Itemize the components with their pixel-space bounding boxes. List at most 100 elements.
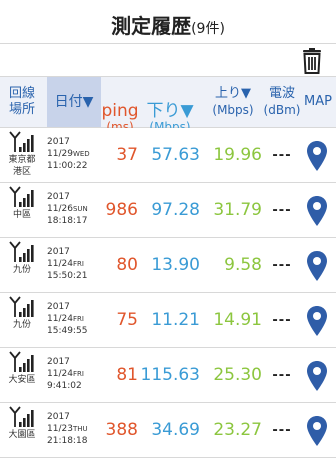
column-location[interactable]: 回線 場所 <box>0 77 44 127</box>
area-name: 中區 <box>0 209 44 221</box>
area-name-line: 九份 <box>12 265 31 275</box>
column-signal[interactable]: 電波 (dBm) <box>264 77 301 127</box>
upload-value: 9.58 <box>224 255 262 275</box>
area-name: 九份 <box>0 319 44 331</box>
ping-value: 37 <box>116 145 138 165</box>
measured-datetime: 2017 11/24FRI 9:41:02 <box>47 356 84 392</box>
page-title: 測定履歴(9件) <box>0 10 336 39</box>
measured-year: 2017 <box>47 192 70 202</box>
map-pin-icon[interactable] <box>306 250 328 282</box>
area-name-line: 九份 <box>12 320 31 330</box>
column-upload-label: 上り▼ <box>215 86 251 101</box>
signal-value: --- <box>272 313 292 328</box>
map-pin-icon[interactable] <box>306 305 328 337</box>
measured-datetime: 2017 11/24FRI 15:50:21 <box>47 246 87 282</box>
measured-date: 11/29 <box>47 149 73 159</box>
area-name: 東京都 港区 <box>0 154 44 178</box>
app-header: 測定履歴(9件) <box>0 0 336 44</box>
antenna-signal-icon <box>9 241 34 262</box>
measured-year: 2017 <box>47 247 70 257</box>
area-name-line: 港区 <box>12 167 31 177</box>
download-value: 115.63 <box>140 365 200 385</box>
measured-datetime: 2017 11/29WED 11:00:22 <box>47 136 90 172</box>
measured-time: 21:18:18 <box>47 436 88 446</box>
measured-weekday: FRI <box>72 315 84 323</box>
column-date-label: 日付▼ <box>54 94 94 110</box>
measured-date: 11/26 <box>47 204 73 214</box>
measured-datetime: 2017 11/26SUN 18:18:17 <box>47 191 88 227</box>
measured-date: 11/24 <box>47 369 73 379</box>
antenna-signal-icon <box>9 131 34 152</box>
measured-time: 18:18:17 <box>47 216 88 226</box>
column-location-line1: 回線 <box>8 86 35 101</box>
map-pin-icon[interactable] <box>306 415 328 447</box>
table-header: 回線 場所 日付▼ ping (ms) 下り▼ (Mbps) 上り▼ (Mbps… <box>0 76 336 134</box>
column-date-sort[interactable]: 日付▼ <box>47 77 101 127</box>
measured-year: 2017 <box>47 302 70 312</box>
upload-value: 25.30 <box>213 365 262 385</box>
antenna-signal-icon <box>9 351 34 372</box>
map-pin-icon[interactable] <box>306 360 328 392</box>
history-row[interactable]: 東京都 港区 2017 11/29WED 11:00:22 37 57.63 19.96 --- <box>0 128 336 183</box>
history-row[interactable]: 大園區 2017 11/23THU 21:18:18 388 34.69 23.27 --- <box>0 403 336 458</box>
measured-weekday: SUN <box>72 205 88 213</box>
measured-year: 2017 <box>47 357 70 367</box>
column-signal-label: 電波 <box>268 86 295 101</box>
page-title-text: 測定履歴 <box>111 14 192 38</box>
download-value: 97.28 <box>151 200 200 220</box>
area-name-line: 大安區 <box>8 375 36 385</box>
history-row[interactable]: 中區 2017 11/26SUN 18:18:17 986 97.28 31.79 --- <box>0 183 336 238</box>
measured-weekday: THU <box>72 425 88 433</box>
download-value: 34.69 <box>151 420 200 440</box>
measured-year: 2017 <box>47 412 70 422</box>
download-value: 11.21 <box>151 310 200 330</box>
upload-value: 14.91 <box>213 310 262 330</box>
measured-datetime: 2017 11/23THU 21:18:18 <box>47 411 88 447</box>
trash-icon[interactable] <box>300 48 324 74</box>
column-upload-sort[interactable]: 上り▼ (Mbps) <box>202 77 264 127</box>
measured-date: 11/23 <box>47 424 73 434</box>
map-pin-icon[interactable] <box>306 140 328 172</box>
measured-time: 9:41:02 <box>47 381 82 391</box>
history-row[interactable]: 九份 2017 11/24FRI 15:50:21 80 13.90 9.58 --- <box>0 238 336 293</box>
area-name-line: 中區 <box>12 210 31 220</box>
ping-value: 80 <box>116 255 138 275</box>
download-value: 57.63 <box>151 145 200 165</box>
upload-value: 19.96 <box>213 145 262 165</box>
column-map-label: MAP <box>304 94 332 109</box>
signal-value: --- <box>272 368 292 383</box>
measured-datetime: 2017 11/24FRI 15:49:55 <box>47 301 87 337</box>
antenna-signal-icon <box>9 406 34 427</box>
history-row[interactable]: 九份 2017 11/24FRI 15:49:55 75 11.21 14.91 --- <box>0 293 336 348</box>
ping-value: 81 <box>116 365 138 385</box>
column-map: MAP <box>300 77 336 127</box>
history-list: 東京都港区 2017 11/29WED 11:00:22 37 57.63 19.96 ---… <box>0 128 336 458</box>
signal-value: --- <box>272 423 292 438</box>
measured-weekday: FRI <box>72 370 84 378</box>
column-location-line2: 場所 <box>8 102 35 117</box>
ping-value: 75 <box>116 310 138 330</box>
ping-value: 986 <box>105 200 138 220</box>
measured-time: 15:49:55 <box>47 326 88 336</box>
column-ping-label: ping <box>101 101 139 121</box>
measured-time: 11:00:22 <box>47 161 88 171</box>
column-upload-unit: (Mbps) <box>212 103 254 117</box>
measured-date: 11/24 <box>47 259 73 269</box>
area-name: 九份 <box>0 264 44 276</box>
signal-value: --- <box>272 203 292 218</box>
download-value: 13.90 <box>151 255 200 275</box>
history-row[interactable]: 大安區 2017 11/24FRI 9:41:02 81 115.63 25.30 --- <box>0 348 336 403</box>
record-count: (9件) <box>191 21 225 37</box>
signal-value: --- <box>272 258 292 273</box>
antenna-signal-icon <box>9 186 34 207</box>
signal-value: --- <box>272 148 292 163</box>
area-name-line: 東京都 <box>8 155 36 165</box>
area-name: 大園區 <box>0 429 44 441</box>
column-download-label: 下り▼ <box>146 101 194 121</box>
area-name-line: 大園區 <box>8 430 36 440</box>
upload-value: 23.27 <box>213 420 262 440</box>
area-name: 大安區 <box>0 374 44 386</box>
map-pin-icon[interactable] <box>306 195 328 227</box>
ping-value: 388 <box>105 420 138 440</box>
measured-weekday: WED <box>72 150 90 158</box>
